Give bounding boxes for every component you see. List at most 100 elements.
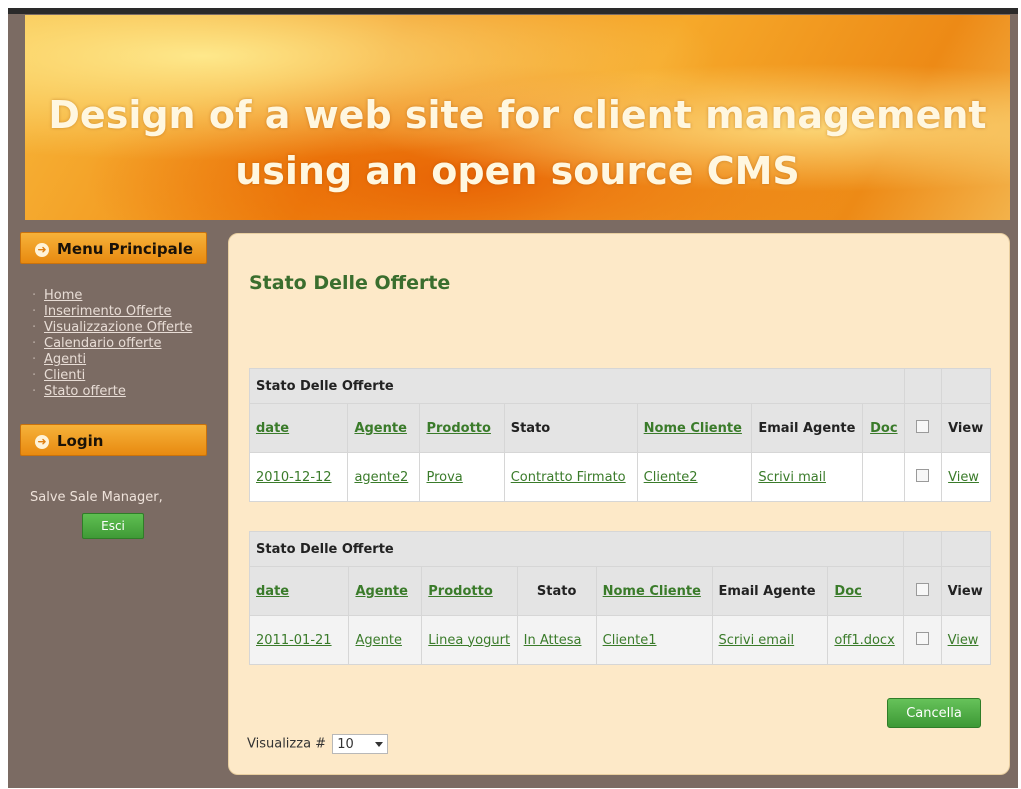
menu-item-home[interactable]: Home <box>20 288 207 304</box>
menu-link-clienti[interactable]: Clienti <box>44 368 85 383</box>
col-header-select[interactable] <box>902 566 942 616</box>
cell-view[interactable]: View <box>940 615 992 665</box>
select-all-checkbox[interactable] <box>916 419 930 433</box>
col-header-cliente[interactable]: Nome Cliente <box>636 403 753 453</box>
col-header-agente[interactable]: Agente <box>347 403 421 453</box>
chevron-down-icon <box>375 742 384 747</box>
logout-button[interactable]: Esci <box>82 513 144 539</box>
table-caption: Stato Delle Offerte <box>249 368 905 404</box>
menu-item-agenti[interactable]: Agenti <box>20 352 207 368</box>
agente-link[interactable]: Agente <box>355 633 401 648</box>
arrow-right-icon: ➜ <box>35 434 49 449</box>
menu-link-calendario[interactable]: Calendario offerte <box>44 336 162 351</box>
cell-cliente[interactable]: Cliente2 <box>636 452 753 502</box>
prodotto-link[interactable]: Prova <box>426 470 462 485</box>
view-link[interactable]: View <box>948 470 979 485</box>
view-link[interactable]: View <box>948 633 979 648</box>
sort-agente-link[interactable]: Agente <box>355 584 407 599</box>
sort-cliente-link[interactable]: Nome Cliente <box>644 421 742 436</box>
col-header-date[interactable]: date <box>248 403 349 453</box>
login-header: ➜ Login <box>20 424 207 456</box>
cell-stato[interactable]: In Attesa <box>516 615 597 665</box>
cell-prodotto[interactable]: Prova <box>419 452 505 502</box>
col-header-stato: Stato <box>516 566 597 616</box>
select-all-checkbox[interactable] <box>915 582 929 596</box>
cell-date[interactable]: 2010-12-12 <box>248 452 349 502</box>
page-size-value: 10 <box>337 737 354 752</box>
page-size-label: Visualizza # <box>247 736 327 752</box>
page-size-select[interactable]: 10 <box>332 734 389 754</box>
cell-select[interactable] <box>902 615 942 665</box>
sort-doc-link[interactable]: Doc <box>834 584 861 599</box>
menu-header: ➜ Menu Principale <box>20 232 207 264</box>
cliente-link[interactable]: Cliente2 <box>644 470 698 485</box>
col-header-select[interactable] <box>903 403 943 453</box>
col-header-agente[interactable]: Agente <box>348 566 423 616</box>
stato-link[interactable]: Contratto Firmato <box>511 470 626 485</box>
agente-link[interactable]: agente2 <box>354 470 408 485</box>
col-header-doc[interactable]: Doc <box>861 403 905 453</box>
sort-cliente-link[interactable]: Nome Cliente <box>603 584 701 599</box>
menu-item-inserimento[interactable]: Inserimento Offerte <box>20 304 207 320</box>
col-header-doc[interactable]: Doc <box>827 566 904 616</box>
cell-date[interactable]: 2011-01-21 <box>248 615 350 665</box>
menu-item-stato[interactable]: Stato offerte <box>20 384 207 400</box>
cell-agente[interactable]: agente2 <box>347 452 421 502</box>
col-header-view: View <box>940 566 992 616</box>
table-row: 2011-01-21 Agente Linea yogurt In Attesa… <box>248 615 992 665</box>
menu-item-clienti[interactable]: Clienti <box>20 368 207 384</box>
date-link[interactable]: 2011-01-21 <box>256 633 332 648</box>
row-checkbox[interactable] <box>916 468 930 482</box>
table-caption-cell <box>903 368 943 404</box>
doc-link[interactable]: off1.docx <box>834 633 894 648</box>
sort-date-link[interactable]: date <box>256 421 289 436</box>
table-row: 2010-12-12 agente2 Prova Contratto Firma… <box>248 452 991 502</box>
cell-view[interactable]: View <box>941 452 991 502</box>
sort-agente-link[interactable]: Agente <box>354 421 406 436</box>
table-caption: Stato Delle Offerte <box>249 531 904 567</box>
menu-link-home[interactable]: Home <box>44 288 82 303</box>
sort-date-link[interactable]: date <box>256 584 289 599</box>
email-link[interactable]: Scrivi email <box>719 633 795 648</box>
page-title: Stato Delle Offerte <box>249 272 451 294</box>
cliente-link[interactable]: Cliente1 <box>603 633 657 648</box>
date-link[interactable]: 2010-12-12 <box>256 470 332 485</box>
menu-item-calendario[interactable]: Calendario offerte <box>20 336 207 352</box>
cell-stato[interactable]: Contratto Firmato <box>503 452 638 502</box>
page-size-control: Visualizza # 10 <box>247 734 389 754</box>
sort-doc-link[interactable]: Doc <box>870 421 897 436</box>
menu-link-visualizzazione[interactable]: Visualizzazione Offerte <box>44 320 192 335</box>
sidebar: ➜ Menu Principale Home Inserimento Offert… <box>20 232 207 539</box>
cancel-button[interactable]: Cancella <box>887 698 981 728</box>
menu-link-agenti[interactable]: Agenti <box>44 352 86 367</box>
col-header-prodotto[interactable]: Prodotto <box>419 403 505 453</box>
table-caption-cell <box>940 531 992 567</box>
stato-link[interactable]: In Attesa <box>524 633 582 648</box>
table-header-row: date Agente Prodotto Stato Nome Cliente … <box>248 403 991 453</box>
table-caption-cell <box>941 368 991 404</box>
row-checkbox[interactable] <box>915 631 929 645</box>
sort-prodotto-link[interactable]: Prodotto <box>428 584 492 599</box>
cell-cliente[interactable]: Cliente1 <box>595 615 713 665</box>
banner-title-line1: Design of a web site for client manageme… <box>48 93 987 137</box>
table-caption-cell <box>902 531 942 567</box>
cell-email[interactable]: Scrivi mail <box>751 452 863 502</box>
menu-item-visualizzazione[interactable]: Visualizzazione Offerte <box>20 320 207 336</box>
col-header-prodotto[interactable]: Prodotto <box>421 566 518 616</box>
prodotto-link[interactable]: Linea yogurt <box>428 633 510 648</box>
cell-prodotto[interactable]: Linea yogurt <box>421 615 518 665</box>
table-header-row: date Agente Prodotto Stato Nome Cliente … <box>248 566 992 616</box>
menu-link-stato[interactable]: Stato offerte <box>44 384 126 399</box>
cell-doc[interactable]: off1.docx <box>827 615 904 665</box>
greeting-text: Salve Sale Manager, <box>30 490 163 505</box>
offers-table-2: Stato Delle Offerte date Agente Prodotto… <box>248 531 992 665</box>
cell-agente[interactable]: Agente <box>348 615 423 665</box>
sort-prodotto-link[interactable]: Prodotto <box>426 421 490 436</box>
menu-link-inserimento[interactable]: Inserimento Offerte <box>44 304 172 319</box>
col-header-date[interactable]: date <box>248 566 350 616</box>
col-header-cliente[interactable]: Nome Cliente <box>595 566 713 616</box>
offers-table-1: Stato Delle Offerte date Agente Prodotto… <box>248 368 991 502</box>
cell-select[interactable] <box>903 452 943 502</box>
email-link[interactable]: Scrivi mail <box>758 470 826 485</box>
cell-email[interactable]: Scrivi email <box>711 615 829 665</box>
